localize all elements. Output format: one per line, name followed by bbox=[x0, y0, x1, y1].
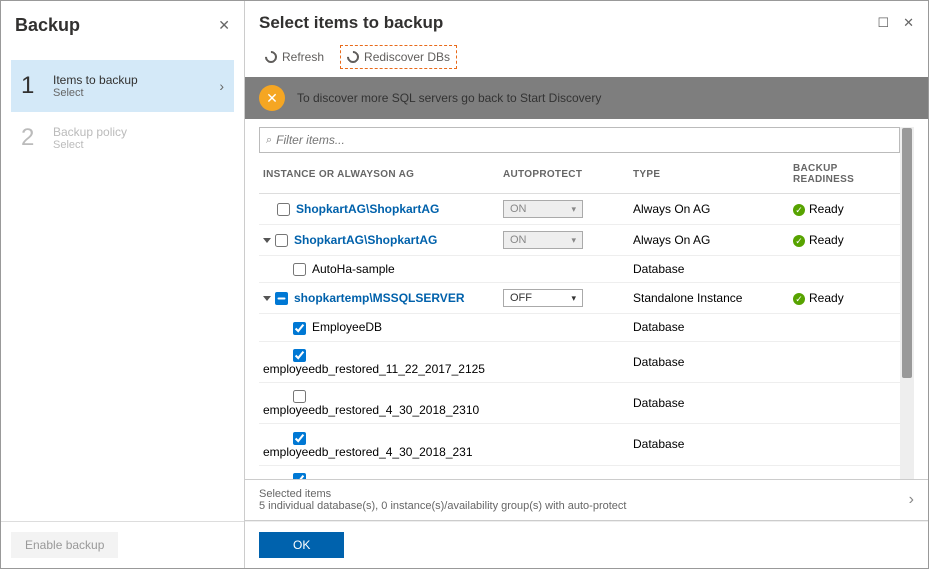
ok-button[interactable]: OK bbox=[259, 532, 344, 558]
backup-title: Backup bbox=[15, 15, 80, 36]
row-label: ShopkartAG\ShopkartAG bbox=[296, 202, 439, 216]
row-checkbox[interactable] bbox=[293, 322, 306, 335]
row-readiness bbox=[789, 341, 900, 382]
table-row[interactable]: ShopkartAG\ShopkartAG ON▾ Always On AG✓Rea… bbox=[259, 194, 900, 225]
items-table: INSTANCE OR ALWAYSON AG AUTOPROTECT TYPE… bbox=[259, 155, 900, 479]
row-checkbox[interactable] bbox=[293, 432, 306, 445]
left-footer: Enable backup bbox=[1, 521, 244, 568]
filter-input[interactable] bbox=[276, 133, 893, 147]
left-panel: Backup ✕ 1 Items to backup Select › 2 Ba… bbox=[1, 1, 245, 568]
chevron-right-icon: › bbox=[219, 78, 224, 94]
table-row[interactable]: AutoHa-sample Database bbox=[259, 256, 900, 283]
row-type: Database bbox=[629, 382, 789, 423]
maximize-icon[interactable]: ☐ bbox=[877, 15, 889, 31]
table-row[interactable]: employeedb_restored_4_30_2018_231 Databas… bbox=[259, 424, 900, 465]
check-icon: ✓ bbox=[793, 235, 805, 247]
rediscover-icon bbox=[345, 49, 362, 66]
toolbar: Refresh Rediscover DBs bbox=[245, 45, 928, 77]
check-icon: ✓ bbox=[793, 204, 805, 216]
table-row[interactable]: employeedb_restored_4_30_2018_2356Databa… bbox=[259, 465, 900, 479]
row-readiness: ✓Ready bbox=[789, 283, 900, 314]
info-banner: ✕ To discover more SQL servers go back t… bbox=[245, 77, 928, 119]
table-row[interactable]: shopkartemp\MSSQLSERVER OFF▾ Standalone In… bbox=[259, 283, 900, 314]
row-type: Database bbox=[629, 424, 789, 465]
row-checkbox[interactable] bbox=[275, 234, 288, 247]
row-readiness bbox=[789, 465, 900, 479]
row-type: Database bbox=[629, 341, 789, 382]
row-type: Database bbox=[629, 256, 789, 283]
table-container: ⌕ INSTANCE OR ALWAYSON AG AUTOPROTECT TY… bbox=[259, 127, 900, 479]
autoprotect-select[interactable]: ON▾ bbox=[503, 231, 583, 249]
row-label: shopkartemp\MSSQLSERVER bbox=[294, 291, 464, 305]
row-type: Standalone Instance bbox=[629, 283, 789, 314]
row-type: Database bbox=[629, 465, 789, 479]
body-area: ⌕ INSTANCE OR ALWAYSON AG AUTOPROTECT TY… bbox=[245, 119, 928, 479]
row-label: AutoHa-sample bbox=[312, 262, 395, 276]
check-icon: ✓ bbox=[793, 293, 805, 305]
caret-down-icon[interactable] bbox=[263, 296, 271, 301]
right-header: Select items to backup ☐ ✕ bbox=[245, 1, 928, 45]
caret-down-icon[interactable] bbox=[263, 238, 271, 243]
chevron-right-icon: › bbox=[909, 491, 914, 509]
close-icon[interactable]: ✕ bbox=[218, 17, 230, 34]
right-footer: OK bbox=[245, 521, 928, 568]
row-readiness bbox=[789, 314, 900, 341]
selected-summary: 5 individual database(s), 0 instance(s)/… bbox=[259, 500, 626, 512]
enable-backup-button[interactable]: Enable backup bbox=[11, 532, 118, 558]
table-row[interactable]: EmployeeDB Database bbox=[259, 314, 900, 341]
row-readiness: ✓Ready bbox=[789, 194, 900, 225]
selected-items-bar[interactable]: Selected items 5 individual database(s),… bbox=[245, 479, 928, 521]
close-icon[interactable]: ✕ bbox=[903, 15, 914, 31]
refresh-icon bbox=[263, 49, 280, 66]
table-row[interactable]: employeedb_restored_11_22_2017_2125 Datab… bbox=[259, 341, 900, 382]
row-checkbox[interactable] bbox=[277, 203, 290, 216]
selected-label: Selected items bbox=[259, 488, 626, 500]
row-label: employeedb_restored_11_22_2017_2125 bbox=[263, 362, 485, 376]
row-type: Always On AG bbox=[629, 225, 789, 256]
search-icon: ⌕ bbox=[266, 134, 272, 147]
header-instance[interactable]: INSTANCE OR ALWAYSON AG bbox=[259, 155, 499, 194]
scrollbar[interactable] bbox=[900, 127, 914, 479]
header-type[interactable]: TYPE bbox=[629, 155, 789, 194]
header-autoprotect[interactable]: AUTOPROTECT bbox=[499, 155, 629, 194]
step-1[interactable]: 1 Items to backup Select › bbox=[11, 60, 234, 112]
autoprotect-select[interactable]: OFF▾ bbox=[503, 289, 583, 307]
header-readiness[interactable]: BACKUP READINESS bbox=[789, 155, 900, 194]
select-items-title: Select items to backup bbox=[259, 13, 443, 33]
wizard-steps: 1 Items to backup Select › 2 Backup poli… bbox=[1, 50, 244, 164]
row-label: ShopkartAG\ShopkartAG bbox=[294, 233, 437, 247]
rediscover-dbs-button[interactable]: Rediscover DBs bbox=[340, 45, 457, 69]
row-label: employeedb_restored_4_30_2018_2310 bbox=[263, 403, 479, 417]
table-row[interactable]: employeedb_restored_4_30_2018_2310 Databa… bbox=[259, 382, 900, 423]
row-type: Always On AG bbox=[629, 194, 789, 225]
row-checkbox[interactable] bbox=[293, 390, 306, 403]
filter-box[interactable]: ⌕ bbox=[259, 127, 900, 153]
left-header: Backup ✕ bbox=[1, 1, 244, 50]
row-readiness: ✓Ready bbox=[789, 225, 900, 256]
refresh-button[interactable]: Refresh bbox=[259, 46, 330, 68]
row-checkbox[interactable] bbox=[293, 263, 306, 276]
row-readiness bbox=[789, 424, 900, 465]
tools-icon: ✕ bbox=[259, 85, 285, 111]
step-2[interactable]: 2 Backup policy Select bbox=[11, 112, 234, 164]
row-checkbox[interactable] bbox=[275, 292, 288, 305]
row-readiness bbox=[789, 256, 900, 283]
autoprotect-select[interactable]: ON▾ bbox=[503, 200, 583, 218]
right-panel: Select items to backup ☐ ✕ Refresh Redis… bbox=[245, 1, 928, 568]
table-row[interactable]: ShopkartAG\ShopkartAG ON▾ Always On AG✓Rea… bbox=[259, 225, 900, 256]
row-label: employeedb_restored_4_30_2018_231 bbox=[263, 445, 473, 459]
row-readiness bbox=[789, 382, 900, 423]
row-label: EmployeeDB bbox=[312, 320, 382, 334]
row-type: Database bbox=[629, 314, 789, 341]
row-checkbox[interactable] bbox=[293, 349, 306, 362]
